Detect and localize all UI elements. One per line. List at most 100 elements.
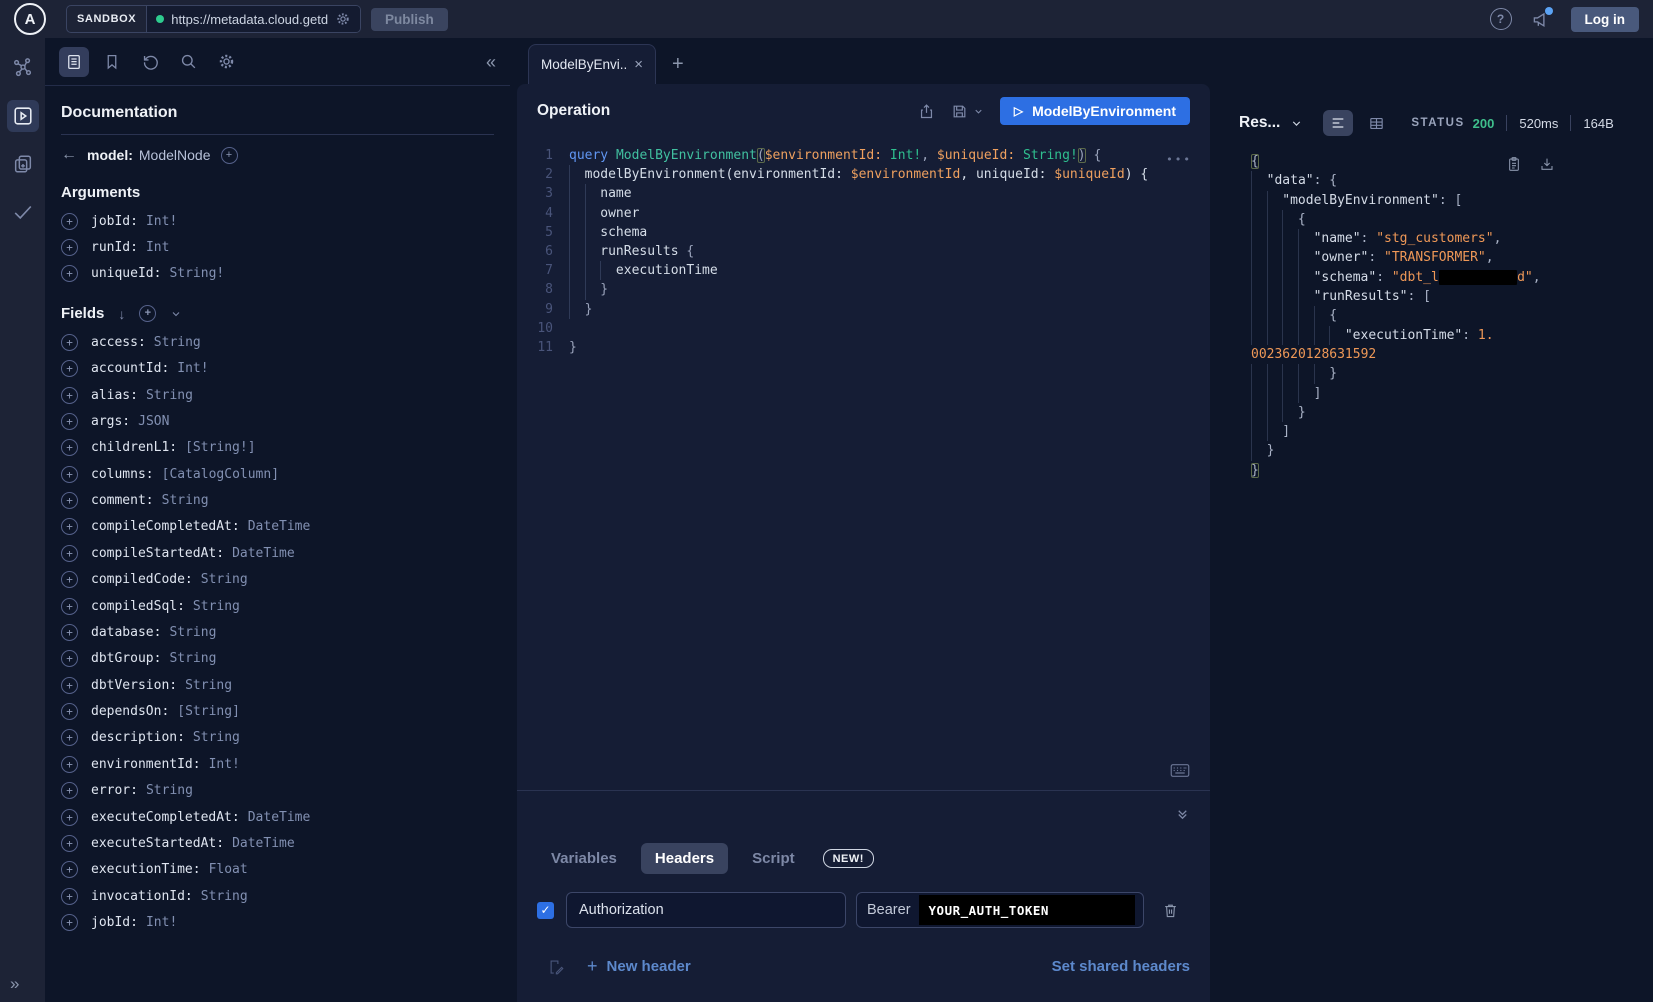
history-icon[interactable] bbox=[135, 47, 165, 77]
field-item[interactable]: +comment:String bbox=[61, 487, 494, 513]
field-type[interactable]: String bbox=[185, 678, 232, 693]
field-type[interactable]: DateTime bbox=[248, 519, 311, 534]
field-type[interactable]: DateTime bbox=[248, 810, 311, 825]
add-to-query-icon[interactable]: + bbox=[61, 466, 78, 483]
field-type[interactable]: String! bbox=[169, 266, 224, 281]
field-type[interactable]: Int bbox=[146, 240, 169, 255]
add-to-query-icon[interactable]: + bbox=[61, 729, 78, 746]
add-to-query-icon[interactable]: + bbox=[61, 545, 78, 562]
field-type[interactable]: String bbox=[146, 783, 193, 798]
add-to-query-icon[interactable]: + bbox=[61, 334, 78, 351]
endpoint-url[interactable]: https://metadata.cloud.getd bbox=[171, 12, 328, 27]
field-item[interactable]: +jobId:Int! bbox=[61, 909, 494, 935]
save-operation-icon[interactable] bbox=[951, 103, 968, 120]
code-line[interactable]: 3name bbox=[517, 184, 1210, 203]
add-to-query-icon[interactable]: + bbox=[61, 624, 78, 641]
field-item[interactable]: +args:JSON bbox=[61, 408, 494, 434]
editor-overflow-menu-icon[interactable]: ••• bbox=[1166, 150, 1192, 169]
code-line[interactable]: 2modelByEnvironment(environmentId: $envi… bbox=[517, 165, 1210, 184]
collapse-dock-icon[interactable] bbox=[1175, 807, 1190, 822]
field-item[interactable]: +jobId:Int! bbox=[61, 208, 494, 234]
saved-operations-bookmark-icon[interactable] bbox=[97, 47, 127, 77]
nav-schema-icon[interactable] bbox=[7, 52, 39, 84]
field-type[interactable]: String bbox=[193, 730, 240, 745]
field-item[interactable]: +compiledCode:String bbox=[61, 567, 494, 593]
operation-tab[interactable]: ModelByEnvi... × bbox=[528, 44, 656, 84]
field-type[interactable]: DateTime bbox=[232, 836, 295, 851]
response-panel-title[interactable]: Res... bbox=[1239, 114, 1280, 132]
run-operation-button[interactable]: ▷ ModelByEnvironment bbox=[1000, 97, 1190, 125]
nav-explorer-icon[interactable] bbox=[7, 100, 39, 132]
back-arrow-icon[interactable]: ← bbox=[61, 146, 77, 164]
code-line[interactable]: 8} bbox=[517, 280, 1210, 299]
add-to-query-icon[interactable]: + bbox=[61, 571, 78, 588]
code-line[interactable]: 7executionTime bbox=[517, 261, 1210, 280]
add-to-query-icon[interactable]: + bbox=[61, 756, 78, 773]
add-to-query-icon[interactable]: + bbox=[61, 213, 78, 230]
keyboard-shortcuts-icon[interactable] bbox=[1170, 763, 1190, 778]
field-item[interactable]: +columns:[CatalogColumn] bbox=[61, 461, 494, 487]
field-type[interactable]: Int! bbox=[146, 915, 177, 930]
close-tab-icon[interactable]: × bbox=[634, 57, 643, 72]
add-to-query-icon[interactable]: + bbox=[61, 360, 78, 377]
add-to-query-icon[interactable]: + bbox=[61, 413, 78, 430]
field-type[interactable]: JSON bbox=[138, 414, 169, 429]
code-line[interactable]: 5schema bbox=[517, 223, 1210, 242]
nav-checks-icon[interactable] bbox=[7, 196, 39, 228]
add-to-query-icon[interactable]: + bbox=[61, 518, 78, 535]
field-type[interactable]: Int! bbox=[146, 214, 177, 229]
copy-response-icon[interactable] bbox=[1506, 156, 1522, 172]
announcements-icon[interactable] bbox=[1532, 10, 1551, 29]
preflight-script-icon[interactable] bbox=[547, 958, 565, 976]
field-item[interactable]: +error:String bbox=[61, 778, 494, 804]
table-view-icon[interactable] bbox=[1361, 110, 1391, 136]
field-item[interactable]: +dbtVersion:String bbox=[61, 672, 494, 698]
response-title-chevron-icon[interactable] bbox=[1290, 117, 1303, 130]
field-type[interactable]: String bbox=[169, 651, 216, 666]
add-to-query-icon[interactable]: + bbox=[61, 782, 78, 799]
code-line[interactable]: 1query ModelByEnvironment($environmentId… bbox=[517, 146, 1210, 165]
field-type[interactable]: String bbox=[169, 625, 216, 640]
field-item[interactable]: +childrenL1:[String!] bbox=[61, 435, 494, 461]
field-type[interactable]: String bbox=[162, 493, 209, 508]
code-line[interactable]: 9} bbox=[517, 300, 1210, 319]
add-to-query-icon[interactable]: + bbox=[61, 888, 78, 905]
header-enabled-checkbox[interactable]: ✓ bbox=[537, 902, 554, 919]
field-type[interactable]: [String] bbox=[177, 704, 240, 719]
apollo-logo-icon[interactable]: A bbox=[14, 3, 46, 35]
add-to-query-icon[interactable]: + bbox=[61, 265, 78, 282]
help-icon[interactable]: ? bbox=[1490, 8, 1512, 30]
field-type[interactable]: String bbox=[193, 599, 240, 614]
field-type[interactable]: Int! bbox=[177, 361, 208, 376]
download-response-icon[interactable] bbox=[1539, 156, 1555, 172]
documentation-tab-icon[interactable] bbox=[59, 47, 89, 77]
field-item[interactable]: +environmentId:Int! bbox=[61, 751, 494, 777]
field-item[interactable]: +runId:Int bbox=[61, 234, 494, 260]
breadcrumb-type[interactable]: ModelNode bbox=[139, 147, 211, 163]
add-to-query-icon[interactable]: + bbox=[61, 677, 78, 694]
auth-token-value[interactable]: YOUR_AUTH_TOKEN bbox=[919, 895, 1135, 925]
field-item[interactable]: +compileCompletedAt:DateTime bbox=[61, 514, 494, 540]
field-item[interactable]: +uniqueId:String! bbox=[61, 261, 494, 287]
add-to-query-icon[interactable]: + bbox=[61, 439, 78, 456]
add-to-query-icon[interactable]: + bbox=[61, 598, 78, 615]
add-to-query-icon[interactable]: + bbox=[61, 239, 78, 256]
delete-header-icon[interactable] bbox=[1162, 902, 1179, 919]
code-line[interactable]: 10 bbox=[517, 319, 1210, 338]
field-type[interactable]: Int! bbox=[209, 757, 240, 772]
code-line[interactable]: 11} bbox=[517, 338, 1210, 357]
add-all-fields-icon[interactable]: + bbox=[139, 305, 156, 322]
add-to-query-icon[interactable]: + bbox=[61, 914, 78, 931]
field-type[interactable]: DateTime bbox=[232, 546, 295, 561]
tab-script[interactable]: Script bbox=[738, 843, 809, 874]
field-item[interactable]: +executeStartedAt:DateTime bbox=[61, 830, 494, 856]
field-item[interactable]: +executeCompletedAt:DateTime bbox=[61, 804, 494, 830]
field-item[interactable]: +compileStartedAt:DateTime bbox=[61, 540, 494, 566]
field-item[interactable]: +dbtGroup:String bbox=[61, 646, 494, 672]
explorer-settings-gear-icon[interactable] bbox=[211, 47, 241, 77]
connection-settings-gear-icon[interactable] bbox=[335, 11, 351, 27]
add-type-icon[interactable]: + bbox=[221, 147, 238, 164]
code-line[interactable]: 4owner bbox=[517, 204, 1210, 223]
add-to-query-icon[interactable]: + bbox=[61, 387, 78, 404]
fields-options-chevron-icon[interactable] bbox=[170, 308, 182, 320]
